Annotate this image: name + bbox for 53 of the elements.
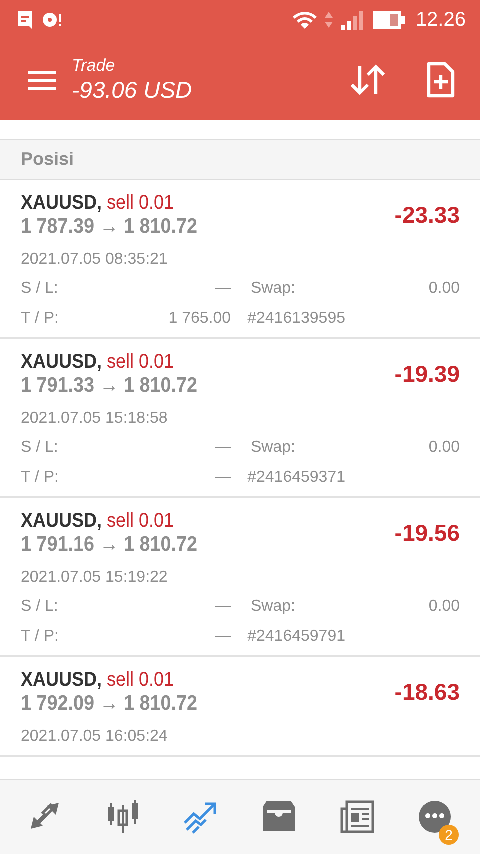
- field-value: —: [214, 280, 231, 298]
- price-range: 1 791.33 → 1 810.72: [21, 374, 198, 398]
- ticket-number: #2416139595: [246, 310, 346, 328]
- price-range: 1 791.16 → 1 810.72: [21, 533, 198, 557]
- field-value: —: [214, 439, 231, 457]
- field-value: 1 765.00: [168, 310, 231, 328]
- open-time: 2021.07.05 15:18:58: [21, 410, 169, 428]
- field-label: T / P:: [21, 469, 60, 487]
- new-document-icon[interactable]: [426, 62, 456, 98]
- field-label: Swap:: [250, 598, 296, 616]
- screen-title: Trade: [72, 56, 116, 76]
- position-title: XAUUSD, sell 0.01: [21, 510, 176, 533]
- field-label: T / P:: [21, 628, 60, 646]
- data-arrows-icon: [324, 12, 333, 28]
- menu-icon[interactable]: [28, 70, 56, 90]
- field-label: S / L:: [21, 439, 60, 457]
- price-range: 1 787.39 → 1 810.72: [21, 215, 198, 239]
- profit-value: -23.33: [394, 202, 460, 229]
- profit-value: -19.56: [394, 520, 460, 547]
- field-label: T / P:: [21, 310, 60, 328]
- field-value: 0.00: [428, 598, 460, 616]
- price-range: 1 792.09 → 1 810.72: [21, 692, 198, 716]
- field-value: —: [214, 598, 231, 616]
- battery-icon: [372, 10, 405, 30]
- signal-icon: [340, 10, 366, 30]
- field-value: 0.00: [428, 439, 460, 457]
- position-title: XAUUSD, sell 0.01: [21, 351, 176, 374]
- field-value: —: [214, 628, 231, 646]
- section-title: Posisi: [0, 140, 480, 180]
- disc-icon: [41, 10, 63, 30]
- profit-value: -18.63: [394, 679, 460, 706]
- message-icon: [16, 10, 34, 30]
- wifi-icon: [292, 10, 318, 30]
- open-time: 2021.07.05 15:19:22: [21, 569, 169, 587]
- clock-time: 12.26: [416, 8, 466, 32]
- candlestick-icon[interactable]: [105, 799, 141, 835]
- sort-icon[interactable]: [350, 64, 386, 96]
- field-label: S / L:: [21, 598, 60, 616]
- profit-value: -19.39: [394, 361, 460, 388]
- open-time: 2021.07.05 16:05:24: [21, 728, 169, 746]
- field-label: Swap:: [250, 280, 296, 298]
- open-time: 2021.07.05 08:35:21: [21, 251, 169, 269]
- notification-badge: 2: [439, 825, 459, 845]
- field-value: —: [214, 469, 231, 487]
- field-label: S / L:: [21, 280, 60, 298]
- position-title: XAUUSD, sell 0.01: [21, 192, 176, 215]
- ticket-number: #2416459371: [246, 469, 346, 487]
- field-label: Swap:: [250, 439, 296, 457]
- position-title: XAUUSD, sell 0.01: [21, 669, 176, 692]
- field-value: 0.00: [428, 280, 460, 298]
- newspaper-icon[interactable]: [339, 799, 375, 835]
- ticket-number: #2416459791: [246, 628, 346, 646]
- balance-total: -93.06 USD: [72, 77, 194, 104]
